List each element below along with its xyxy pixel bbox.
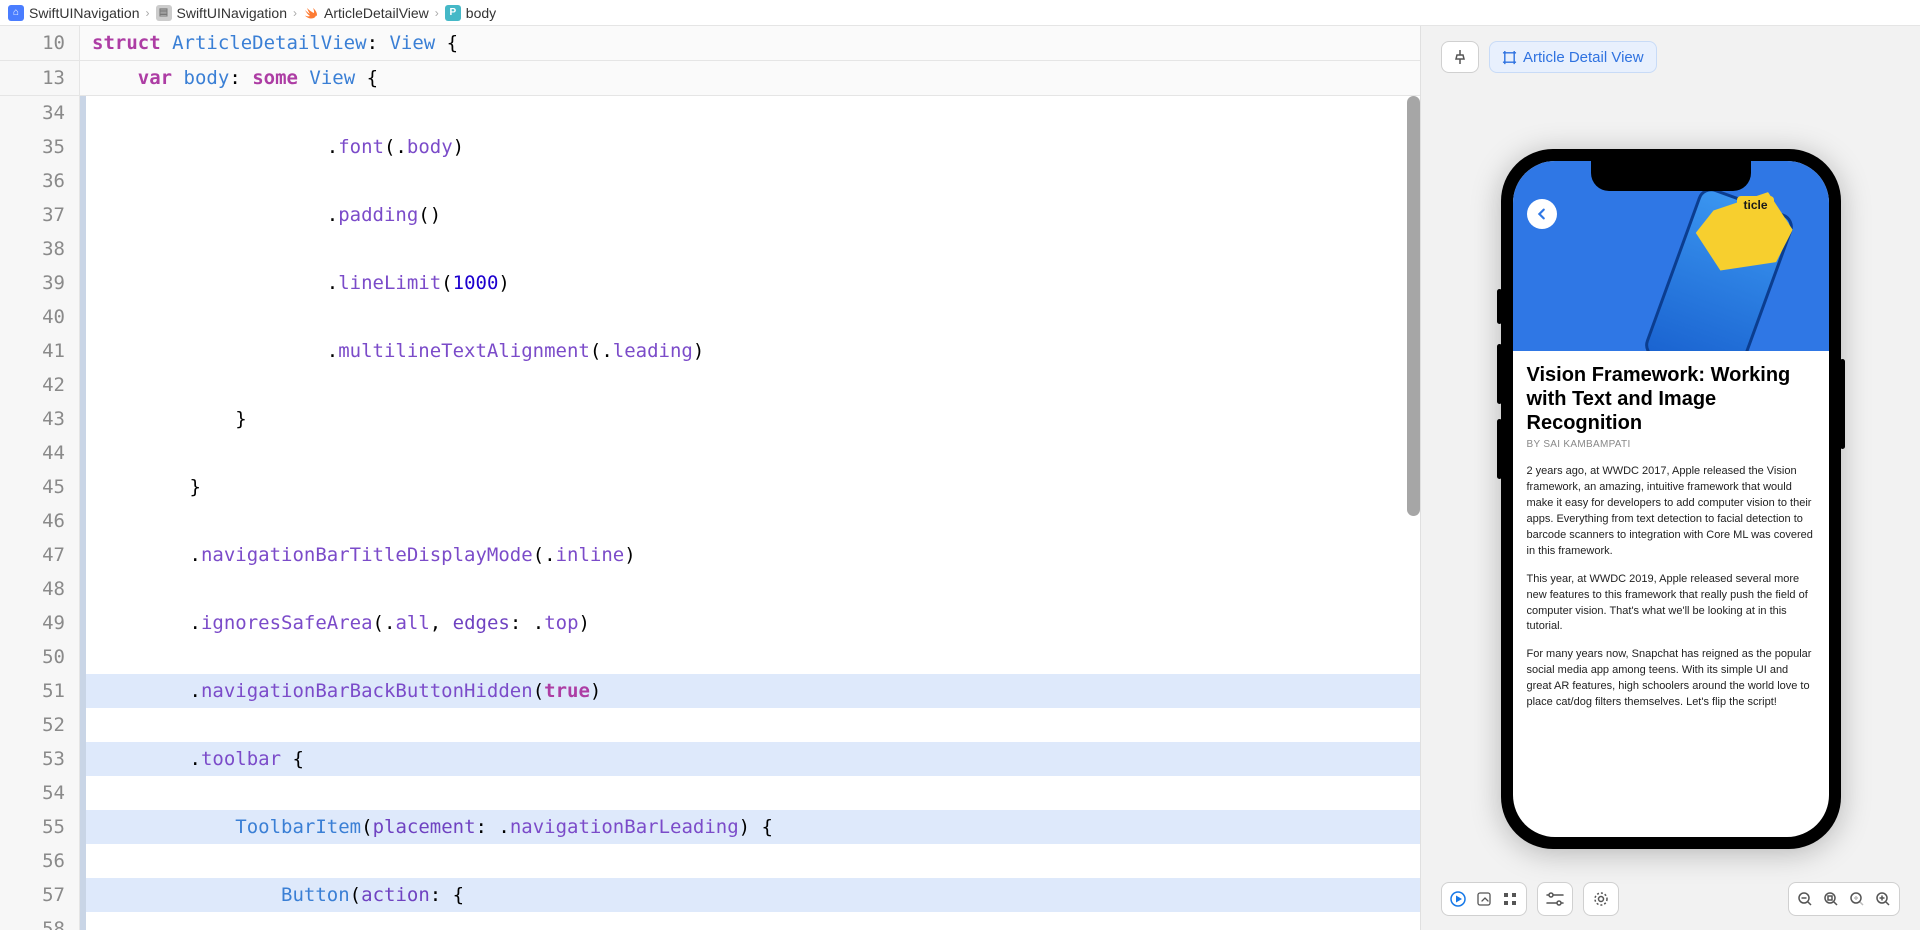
property-icon: P: [445, 5, 461, 21]
line-number: 34: [0, 96, 65, 130]
line-number: 44: [0, 436, 65, 470]
device-screen[interactable]: ticle Vision Framework: Working with Tex…: [1513, 161, 1829, 837]
line-number: 48: [0, 572, 65, 606]
play-icon: [1450, 891, 1466, 907]
code-editor[interactable]: 10 struct ArticleDetailView: View { 13 v…: [0, 26, 1420, 930]
folder-icon: ▤: [156, 5, 172, 21]
line-number: 50: [0, 640, 65, 674]
article-paragraph: This year, at WWDC 2019, Apple released …: [1527, 572, 1815, 636]
chevron-right-icon: ›: [435, 6, 439, 20]
sliders-icon: [1546, 892, 1564, 906]
scrollbar-thumb[interactable]: [1407, 96, 1420, 516]
line-number: 55: [0, 810, 65, 844]
line-number: 40: [0, 300, 65, 334]
article-title: Vision Framework: Working with Text and …: [1527, 363, 1815, 435]
line-number: 13: [0, 61, 80, 95]
article-byline: BY SAI KAMBAMPATI: [1527, 439, 1815, 450]
preview-mode-segmented[interactable]: [1441, 882, 1527, 916]
line-number: 57: [0, 878, 65, 912]
sticky-body-line: 13 var body: some View {: [0, 61, 1420, 96]
chevron-left-icon: [1535, 207, 1549, 221]
preview-title-button[interactable]: Article Detail View: [1489, 41, 1657, 73]
line-number: 39: [0, 266, 65, 300]
zoom-actual-icon: [1849, 891, 1865, 907]
zoom-out-icon: [1797, 891, 1813, 907]
breadcrumb: ⌂ SwiftUINavigation › ▤ SwiftUINavigatio…: [0, 0, 1920, 26]
app-icon: ⌂: [8, 5, 24, 21]
preview-title-label: Article Detail View: [1523, 49, 1644, 66]
line-number: 52: [0, 708, 65, 742]
breadcrumb-app-label: SwiftUINavigation: [29, 5, 140, 21]
line-number: 37: [0, 198, 65, 232]
breadcrumb-property-label: body: [466, 5, 496, 21]
zoom-controls[interactable]: [1788, 882, 1900, 916]
line-number: 42: [0, 368, 65, 402]
article-paragraph: 2 years ago, at WWDC 2017, Apple release…: [1527, 464, 1815, 560]
selectable-icon: [1476, 891, 1492, 907]
circle-dashed-icon: [1593, 891, 1609, 907]
preview-canvas: Article Detail View ticle: [1420, 26, 1920, 930]
chevron-right-icon: ›: [146, 6, 150, 20]
breadcrumb-folder-label: SwiftUINavigation: [177, 5, 288, 21]
line-number: 10: [0, 26, 80, 60]
breadcrumb-folder[interactable]: ▤ SwiftUINavigation: [156, 5, 288, 21]
chevron-right-icon: ›: [293, 6, 297, 20]
accessibility-button[interactable]: [1583, 882, 1619, 916]
preview-toolbar: [1421, 882, 1920, 916]
line-number: 35: [0, 130, 65, 164]
device-frame: ticle Vision Framework: Working with Tex…: [1501, 149, 1841, 849]
device-settings-button[interactable]: [1537, 882, 1573, 916]
zoom-in-icon: [1875, 891, 1891, 907]
zoom-fit-icon: [1823, 891, 1839, 907]
line-number: 43: [0, 402, 65, 436]
sticky-struct-line: 10 struct ArticleDetailView: View {: [0, 26, 1420, 61]
line-number: 56: [0, 844, 65, 878]
ticle-badge: ticle: [1737, 196, 1773, 214]
line-number: 46: [0, 504, 65, 538]
artboard-icon: [1502, 50, 1517, 65]
back-button[interactable]: [1527, 199, 1557, 229]
device-notch: [1591, 161, 1751, 191]
line-number: 45: [0, 470, 65, 504]
hero-graphic: [1614, 166, 1823, 351]
line-number: 38: [0, 232, 65, 266]
line-number: 53: [0, 742, 65, 776]
line-number: 49: [0, 606, 65, 640]
line-number: 51: [0, 674, 65, 708]
line-number: 54: [0, 776, 65, 810]
pin-preview-button[interactable]: [1441, 41, 1479, 73]
line-number: 47: [0, 538, 65, 572]
code-content[interactable]: .font(.body) .padding() .lineLimit(1000)…: [86, 96, 1420, 930]
line-number: 58: [0, 912, 65, 930]
breadcrumb-struct-label: ArticleDetailView: [324, 5, 429, 21]
line-gutter: 3435363738394041424344454647484950515253…: [0, 96, 80, 930]
pin-icon: [1452, 49, 1468, 65]
line-number: 36: [0, 164, 65, 198]
grid-icon: [1502, 891, 1518, 907]
swift-icon: [303, 5, 319, 21]
breadcrumb-property[interactable]: P body: [445, 5, 496, 21]
breadcrumb-app[interactable]: ⌂ SwiftUINavigation: [8, 5, 140, 21]
article-paragraph: For many years now, Snapchat has reigned…: [1527, 647, 1815, 711]
breadcrumb-struct[interactable]: ArticleDetailView: [303, 5, 429, 21]
line-number: 41: [0, 334, 65, 368]
